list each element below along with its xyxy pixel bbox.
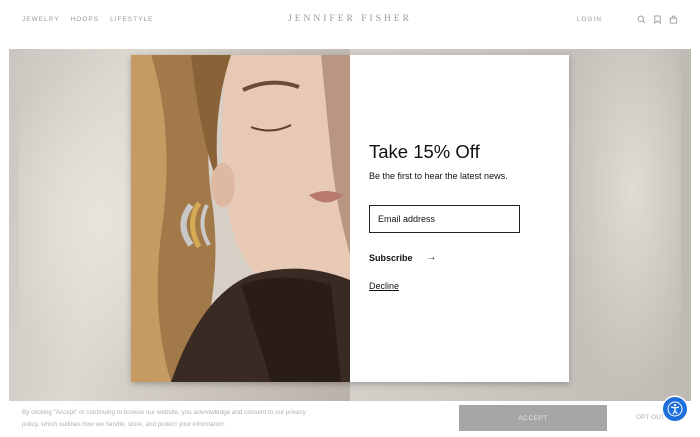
arrow-right-icon: → [426, 252, 437, 263]
model-photo [131, 55, 350, 382]
modal-content: Take 15% Off Be the first to hear the la… [350, 55, 569, 382]
modal-title: Take 15% Off [369, 141, 480, 162]
accept-button[interactable]: ACCEPT [459, 405, 607, 431]
accessibility-icon[interactable] [663, 397, 687, 421]
email-input[interactable] [369, 205, 520, 233]
bag-icon[interactable] [668, 14, 678, 24]
cookie-consent-text: By clicking "Accept" or continuing to br… [22, 409, 306, 428]
login-link[interactable]: LOGIN [577, 16, 602, 23]
bookmark-icon[interactable] [652, 14, 662, 24]
modal-subtitle: Be the first to hear the latest news. [369, 171, 508, 181]
decline-link[interactable]: Decline [369, 281, 399, 291]
newsletter-modal: Take 15% Off Be the first to hear the la… [131, 55, 569, 382]
header-actions: LOGIN [577, 14, 678, 24]
subscribe-button[interactable]: Subscribe → [369, 252, 437, 263]
opt-out-link[interactable]: OPT OUT [636, 414, 665, 421]
cookie-consent-bar: By clicking "Accept" or continuing to br… [0, 401, 700, 437]
subscribe-label: Subscribe [369, 252, 413, 263]
search-icon[interactable] [636, 14, 646, 24]
site-header: JEWELRY HOOPS LIFESTYLE JENNIFER FISHER … [0, 0, 700, 42]
